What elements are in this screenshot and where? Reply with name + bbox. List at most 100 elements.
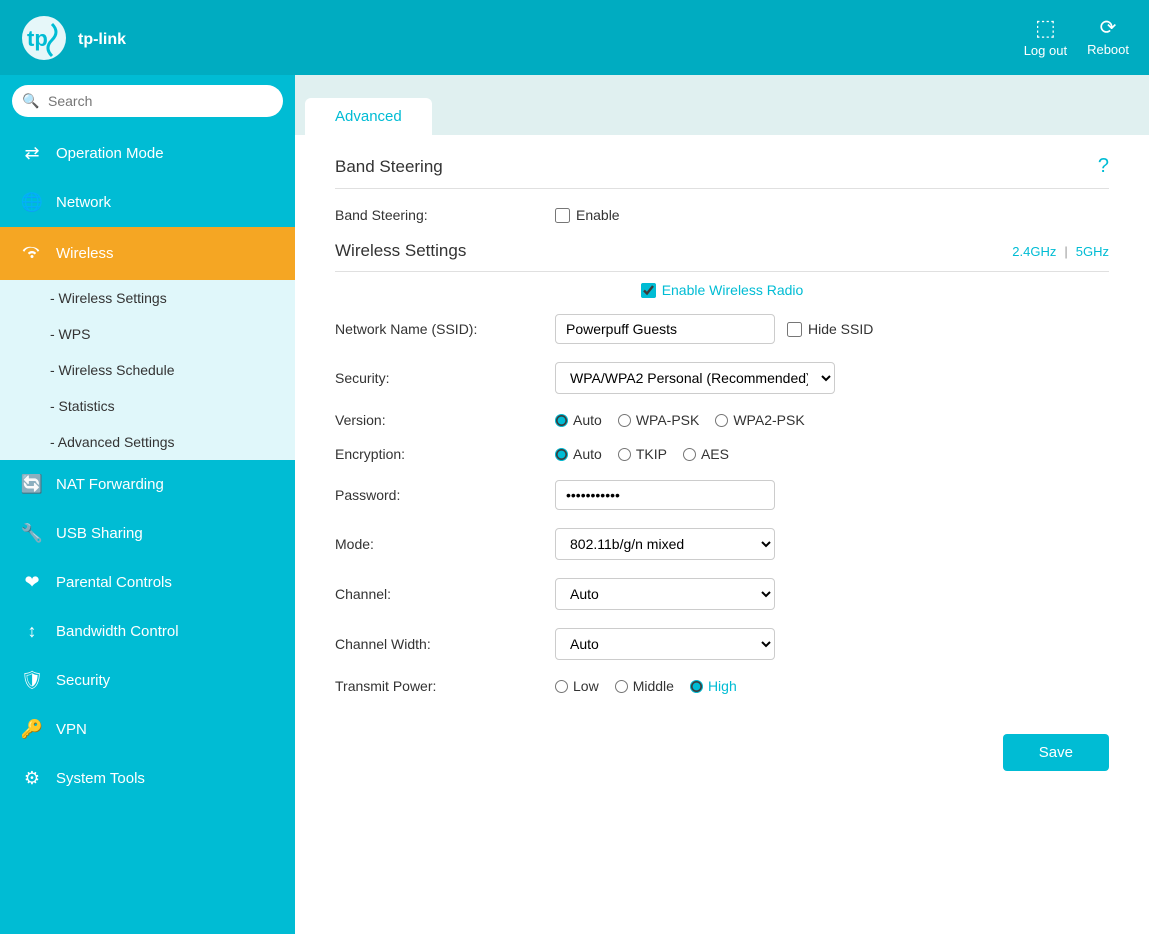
- mode-content: 802.11b/g/n mixed 802.11b/g mixed 802.11…: [555, 528, 775, 560]
- sidebar-item-label: Security: [56, 672, 110, 689]
- sidebar-item-label: Parental Controls: [56, 574, 172, 591]
- enable-wireless-radio-input[interactable]: [641, 283, 656, 298]
- security-icon: 🛡: [20, 670, 44, 691]
- transmit-power-high-input[interactable]: [690, 680, 703, 693]
- submenu-statistics[interactable]: - Statistics: [0, 388, 295, 424]
- ssid-content: Hide SSID: [555, 314, 873, 344]
- submenu-wireless-schedule[interactable]: - Wireless Schedule: [0, 352, 295, 388]
- transmit-power-middle-radio[interactable]: Middle: [615, 678, 674, 694]
- ssid-label: Network Name (SSID):: [335, 321, 555, 337]
- band-steering-section-header: Band Steering ?: [335, 155, 1109, 189]
- tplink-text-logo: tp-link: [78, 26, 158, 50]
- band-steering-checkbox-input[interactable]: [555, 208, 570, 223]
- mode-field-row: Mode: 802.11b/g/n mixed 802.11b/g mixed …: [335, 528, 1109, 560]
- wireless-icon: [20, 241, 44, 266]
- encryption-aes-input[interactable]: [683, 448, 696, 461]
- sidebar-item-system-tools[interactable]: ⚙ System Tools: [0, 754, 295, 803]
- security-field-row: Security: WPA/WPA2 Personal (Recommended…: [335, 362, 1109, 394]
- encryption-auto-input[interactable]: [555, 448, 568, 461]
- ssid-field-row: Network Name (SSID): Hide SSID: [335, 314, 1109, 344]
- enable-wireless-radio-checkbox[interactable]: Enable Wireless Radio: [641, 282, 804, 298]
- sidebar-item-network[interactable]: 🌐 Network: [0, 178, 295, 227]
- svg-text:tp: tp: [27, 26, 48, 51]
- wireless-settings-title: Wireless Settings: [335, 241, 466, 261]
- version-wpa2-psk-radio[interactable]: WPA2-PSK: [715, 412, 804, 428]
- version-wpa2-psk-input[interactable]: [715, 414, 728, 427]
- freq-24ghz-link[interactable]: 2.4GHz: [1012, 244, 1056, 259]
- submenu-wps[interactable]: - WPS: [0, 316, 295, 352]
- enable-radio-row: Enable Wireless Radio: [335, 282, 1109, 298]
- transmit-power-high-radio[interactable]: High: [690, 678, 737, 694]
- security-select[interactable]: WPA/WPA2 Personal (Recommended) WPA/WPA2…: [555, 362, 835, 394]
- transmit-power-field-row: Transmit Power: Low Middle High: [335, 678, 1109, 694]
- freq-5ghz-link[interactable]: 5GHz: [1076, 244, 1109, 259]
- svg-text:tp-link: tp-link: [78, 31, 126, 48]
- main-layout: 🔍 ⇄ Operation Mode 🌐 Network Wireless -: [0, 75, 1149, 934]
- band-steering-enable-checkbox[interactable]: Enable: [555, 207, 620, 223]
- network-icon: 🌐: [20, 192, 44, 213]
- sidebar-item-usb-sharing[interactable]: 🔧 USB Sharing: [0, 509, 295, 558]
- sidebar-item-label: Operation Mode: [56, 145, 164, 162]
- band-steering-help-icon[interactable]: ?: [1098, 155, 1109, 178]
- password-field-row: Password:: [335, 480, 1109, 510]
- search-box: 🔍: [12, 85, 283, 117]
- transmit-power-low-input[interactable]: [555, 680, 568, 693]
- submenu-advanced-settings[interactable]: - Advanced Settings: [0, 424, 295, 460]
- tab-bar: Advanced: [295, 75, 1149, 135]
- encryption-auto-radio[interactable]: Auto: [555, 446, 602, 462]
- operation-mode-icon: ⇄: [20, 143, 44, 164]
- sidebar-item-nat-forwarding[interactable]: 🔄 NAT Forwarding: [0, 460, 295, 509]
- sidebar-item-vpn[interactable]: 🔑 VPN: [0, 705, 295, 754]
- save-button[interactable]: Save: [1003, 734, 1109, 771]
- header-actions: ⬚ Log out ⟳ Reboot: [1024, 17, 1129, 58]
- reboot-button[interactable]: ⟳ Reboot: [1087, 18, 1129, 57]
- sidebar-item-wireless[interactable]: Wireless: [0, 227, 295, 280]
- submenu-wireless-settings[interactable]: - Wireless Settings: [0, 280, 295, 316]
- password-content: [555, 480, 775, 510]
- encryption-label: Encryption:: [335, 446, 555, 462]
- freq-links: 2.4GHz | 5GHz: [1012, 244, 1109, 259]
- encryption-aes-radio[interactable]: AES: [683, 446, 729, 462]
- tplink-logo: tp: [20, 14, 68, 62]
- encryption-tkip-input[interactable]: [618, 448, 631, 461]
- ssid-input[interactable]: [555, 314, 775, 344]
- transmit-power-low-radio[interactable]: Low: [555, 678, 599, 694]
- logout-button[interactable]: ⬚ Log out: [1024, 17, 1067, 58]
- band-steering-content: Enable: [555, 207, 620, 223]
- channel-label: Channel:: [335, 586, 555, 602]
- content-area: Advanced Band Steering ? Band Steering: …: [295, 75, 1149, 934]
- transmit-power-middle-input[interactable]: [615, 680, 628, 693]
- encryption-tkip-radio[interactable]: TKIP: [618, 446, 667, 462]
- sidebar-item-bandwidth-control[interactable]: ↕ Bandwidth Control: [0, 607, 295, 656]
- version-wpa-psk-input[interactable]: [618, 414, 631, 427]
- sidebar-item-label: VPN: [56, 721, 87, 738]
- bandwidth-control-icon: ↕: [20, 621, 44, 642]
- version-content: Auto WPA-PSK WPA2-PSK: [555, 412, 805, 428]
- search-input[interactable]: [12, 85, 283, 117]
- sidebar-item-security[interactable]: 🛡 Security: [0, 656, 295, 705]
- logout-label: Log out: [1024, 43, 1067, 58]
- version-auto-label: Auto: [573, 412, 602, 428]
- channel-width-select[interactable]: Auto 20MHz 40MHz: [555, 628, 775, 660]
- version-auto-input[interactable]: [555, 414, 568, 427]
- sidebar-item-label: Wireless: [56, 245, 114, 262]
- wireless-submenu: - Wireless Settings - WPS - Wireless Sch…: [0, 280, 295, 460]
- vpn-icon: 🔑: [20, 719, 44, 740]
- transmit-power-high-label: High: [708, 678, 737, 694]
- version-wpa-psk-radio[interactable]: WPA-PSK: [618, 412, 700, 428]
- sidebar-item-label: System Tools: [56, 770, 145, 787]
- mode-select[interactable]: 802.11b/g/n mixed 802.11b/g mixed 802.11…: [555, 528, 775, 560]
- hide-ssid-checkbox[interactable]: Hide SSID: [787, 321, 873, 337]
- sidebar-item-parental-controls[interactable]: ❤ Parental Controls: [0, 558, 295, 607]
- sidebar-item-label: Bandwidth Control: [56, 623, 179, 640]
- version-wpa2-psk-label: WPA2-PSK: [733, 412, 804, 428]
- reboot-label: Reboot: [1087, 42, 1129, 57]
- channel-select[interactable]: Auto 1 2 3: [555, 578, 775, 610]
- channel-content: Auto 1 2 3: [555, 578, 775, 610]
- password-input[interactable]: [555, 480, 775, 510]
- sidebar-item-operation-mode[interactable]: ⇄ Operation Mode: [0, 129, 295, 178]
- tab-advanced[interactable]: Advanced: [305, 98, 432, 135]
- band-steering-title: Band Steering: [335, 157, 443, 177]
- version-auto-radio[interactable]: Auto: [555, 412, 602, 428]
- hide-ssid-checkbox-input[interactable]: [787, 322, 802, 337]
